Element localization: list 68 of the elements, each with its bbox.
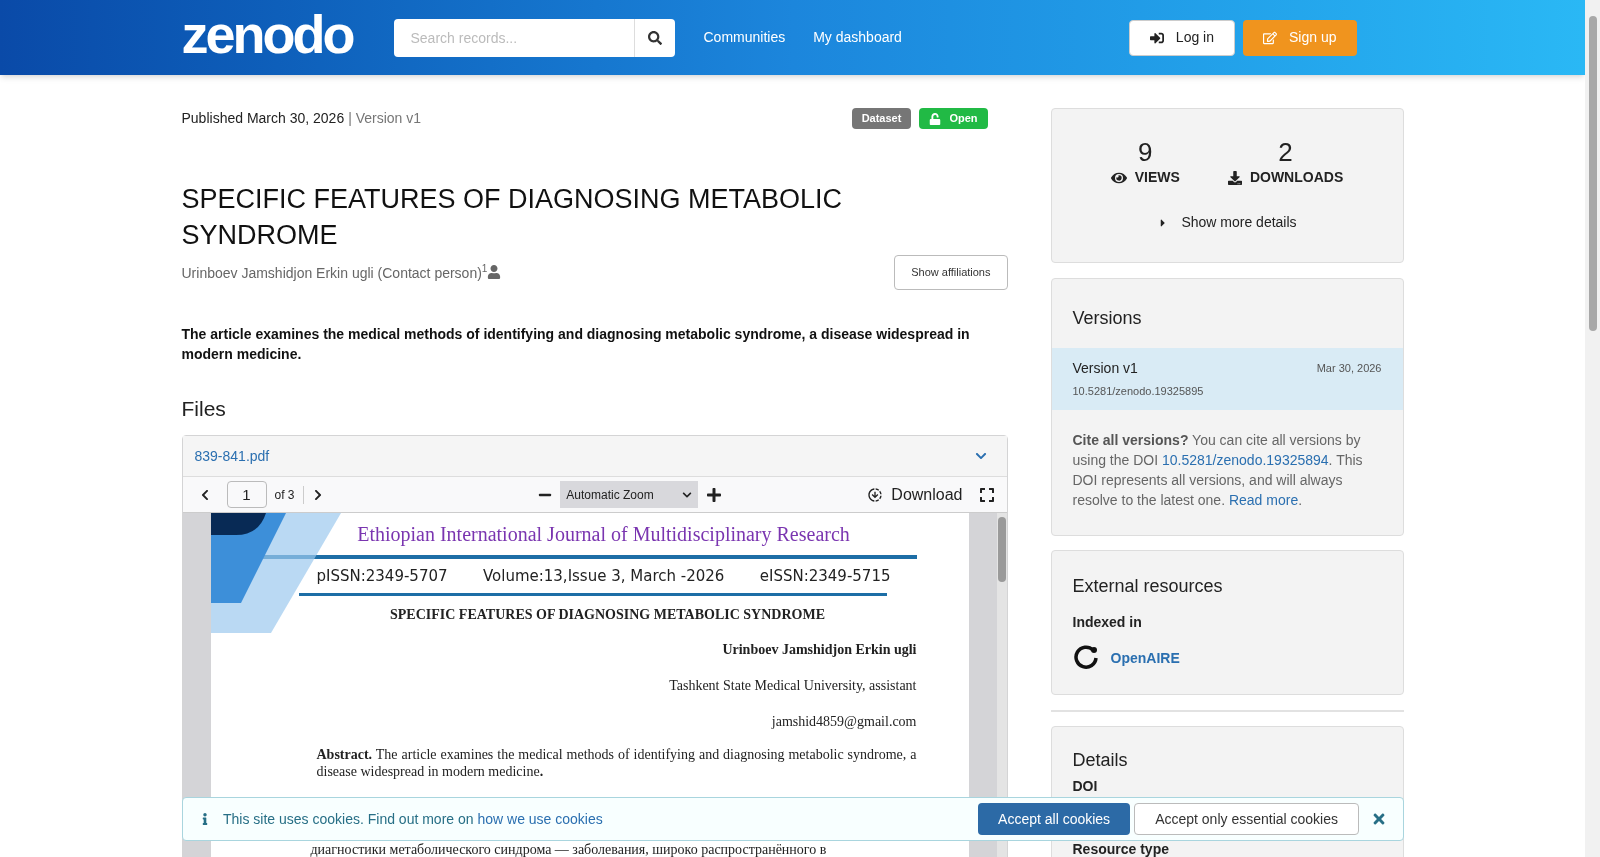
openaire-link[interactable]: OpenAIRE <box>1110 647 1180 669</box>
detail-label: Resource type <box>1072 843 1170 856</box>
accept-essential-cookies-button[interactable]: Accept only essential cookies <box>1134 803 1359 835</box>
version-item[interactable]: Version v1 Mar 30, 2026 10.5281/zenodo.19325895 <box>1051 348 1403 410</box>
cookie-policy-link[interactable]: how we use cookies <box>477 810 603 827</box>
search-icon <box>648 30 663 45</box>
person-icon <box>487 265 502 279</box>
accept-all-cookies-button[interactable]: Accept all cookies <box>978 803 1131 835</box>
nav-link[interactable]: My dashboard <box>813 27 902 48</box>
issn-text: pISSN:2349-5707 <box>316 566 448 587</box>
paper-author: Urinboev Jamshidjon Erkin ugli <box>721 640 917 659</box>
stat-value: 2 <box>1278 137 1293 167</box>
version-label: | Version v1 <box>348 109 422 128</box>
zoom-select[interactable]: Automatic Zoom <box>560 481 699 508</box>
detail-label: DOI <box>1072 777 1099 796</box>
concept-doi-link[interactable]: 10.5281/zenodo.19325894 <box>1162 451 1329 468</box>
login-button[interactable]: Log in <box>1128 19 1235 56</box>
fullscreen-icon[interactable] <box>978 486 995 503</box>
chevron-down-icon[interactable] <box>974 450 987 462</box>
paper-affiliation: Tashkent State Medical University, assistant <box>668 676 917 695</box>
details-heading: Details <box>1072 749 1129 772</box>
close-icon[interactable] <box>1371 811 1387 827</box>
edit-icon <box>1263 30 1277 45</box>
type-badge: Dataset <box>851 108 912 129</box>
sign-in-icon <box>1149 30 1164 45</box>
journal-title: Ethiopian International Journal of Multidisciplinary Research <box>356 522 851 548</box>
stat-value: 9 <box>1138 137 1153 167</box>
unlock-icon <box>929 112 942 125</box>
files-heading: Files <box>181 395 227 422</box>
stat-label: DOWNLOADS <box>1249 168 1344 187</box>
zenodo-logo[interactable]: zenodo <box>181 6 353 61</box>
paper-email: jamshid4859@gmail.com <box>770 712 917 731</box>
read-more-link[interactable]: Read more <box>1228 491 1299 508</box>
external-resources-heading: External resources <box>1072 575 1224 598</box>
show-more-details-button[interactable]: Show more details <box>1157 212 1297 233</box>
zoom-in-icon[interactable] <box>706 486 723 503</box>
page-count: of 3 <box>274 485 304 504</box>
search-field[interactable]: Search records... <box>394 18 635 57</box>
cookie-message: This site uses cookies. Find out more on how we use cookies <box>223 809 603 829</box>
nav-link[interactable]: Communities <box>703 27 786 48</box>
search-button[interactable] <box>634 18 676 57</box>
versions-heading: Versions <box>1071 307 1143 330</box>
access-badge: Open <box>919 108 988 129</box>
version-name: Version v1 <box>1072 359 1138 378</box>
cite-all-versions-text: Cite all versions? You can cite all versions by using the DOI 10.5281/zenodo.19325894. This DOI represents all versions, and will always resolve to the latest one. Read more. <box>1071 430 1364 510</box>
paper-text-line: диагностики метаболического синдрома — заболевания, широко распространённого в <box>309 842 828 857</box>
volume-text: Volume:13,Issue 3, March -2026 <box>482 566 725 587</box>
circular-arrow-icon <box>1072 645 1099 671</box>
paper-title: SPECIFIC FEATURES OF DIAGNOSING METABOLIC SYNDROME <box>389 605 826 624</box>
version-doi: 10.5281/zenodo.19325895 <box>1072 384 1205 399</box>
published-date: Published March 30, 2026 <box>181 109 345 128</box>
page-scrollbar[interactable] <box>1585 0 1600 857</box>
chevron-down-icon <box>682 489 693 500</box>
download-button[interactable]: Download <box>867 482 963 507</box>
show-affiliations-button[interactable]: Show affiliations <box>894 255 1008 290</box>
file-name-link[interactable]: 839-841.pdf <box>194 445 270 467</box>
version-date: Mar 30, 2026 <box>1316 361 1382 377</box>
page-number-field[interactable]: 1 <box>226 481 267 508</box>
stat-label: VIEWS <box>1134 168 1180 187</box>
record-description: The article examines the medical methods of identifying and diagnosing metabolic syndrome, a disease widespread in modern medicine. <box>181 324 971 364</box>
affiliation-number: 1 <box>481 263 488 274</box>
paper-abstract: Abstract. The article examines the medical methods of identifying and diagnosing metabolic syndrome, a disease widespread in modern medicine. <box>316 746 917 779</box>
issn-text: eISSN:2349-5715 <box>759 566 891 587</box>
download-icon <box>867 486 884 503</box>
creator-name[interactable]: Urinboev Jamshidjon Erkin ugli (Contact person) <box>181 263 482 284</box>
indexed-in-label: Indexed in <box>1072 613 1143 632</box>
record-title: SPECIFIC FEATURES OF DIAGNOSING METABOLIC SYNDROME <box>181 183 844 252</box>
download-icon <box>1227 170 1242 185</box>
